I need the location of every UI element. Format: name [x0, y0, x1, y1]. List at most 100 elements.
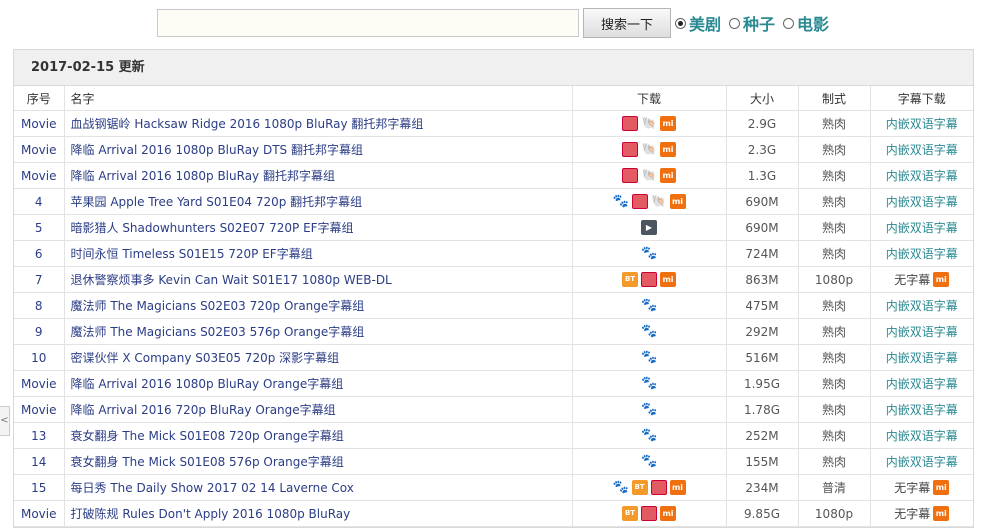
filter-radio-meiju[interactable]: 美剧 — [675, 11, 721, 35]
baidu-download-icon[interactable]: 🐾 — [612, 480, 629, 495]
mi-download-icon[interactable]: mi — [933, 506, 950, 521]
subtitle-link[interactable]: 内嵌双语字幕 — [886, 117, 958, 131]
cell-name-link[interactable]: 魔法师 The Magicians S02E03 576p Orange字幕组 — [63, 318, 572, 345]
ed2k-download-icon[interactable] — [650, 480, 667, 495]
cell-size: 516M — [725, 344, 798, 371]
cell-name-link[interactable]: 苹果园 Apple Tree Yard S01E04 720p 翻托邦字幕组 — [63, 188, 572, 215]
cell-name-link[interactable]: 降临 Arrival 2016 1080p BluRay DTS 翻托邦字幕组 — [63, 136, 572, 163]
ed2k-download-icon[interactable] — [622, 142, 638, 157]
table-body: Movie 血战钢锯岭 Hacksaw Ridge 2016 1080p BluR… — [14, 110, 973, 527]
cell-download: 🐾 — [571, 240, 726, 267]
cell-name-link[interactable]: 衰女翻身 The Mick S01E08 720p Orange字幕组 — [63, 422, 572, 449]
bt-download-icon[interactable]: BT — [631, 480, 648, 495]
filter-radio-movie[interactable]: 电影 — [783, 11, 829, 35]
baidu-download-icon[interactable]: 🐾 — [612, 194, 629, 209]
cell-subtitle: 内嵌双语字幕 — [869, 136, 973, 163]
cell-format: 熟肉 — [797, 370, 870, 397]
mi-download-icon[interactable]: mi — [660, 506, 676, 521]
cell-size: 724M — [725, 240, 798, 267]
mi-download-icon[interactable]: mi — [660, 168, 676, 183]
radio-unchecked-icon[interactable] — [783, 17, 795, 29]
cell-seq: 14 — [14, 448, 64, 475]
subtitle-link[interactable]: 内嵌双语字幕 — [886, 247, 958, 261]
mi-download-icon[interactable]: mi — [660, 142, 676, 157]
mi-download-icon[interactable]: mi — [933, 272, 950, 287]
ed2k-download-icon[interactable] — [622, 168, 638, 183]
radio-unchecked-icon[interactable] — [729, 17, 741, 29]
cell-name-link[interactable]: 血战钢锯岭 Hacksaw Ridge 2016 1080p BluRay 翻托… — [63, 110, 572, 137]
mi-download-icon[interactable]: mi — [660, 116, 676, 131]
search-button[interactable]: 搜索一下 — [583, 8, 671, 38]
cell-download: BT mi — [571, 500, 726, 527]
table-row: 13 衰女翻身 The Mick S01E08 720p Orange字幕组 🐾 25… — [14, 422, 973, 449]
cell-name-link[interactable]: 暗影猎人 Shadowhunters S02E07 720P EF字幕组 — [63, 214, 572, 241]
cell-name-link[interactable]: 时间永恒 Timeless S01E15 720P EF字幕组 — [63, 240, 572, 267]
cell-name-link[interactable]: 魔法师 The Magicians S02E03 720p Orange字幕组 — [63, 292, 572, 319]
cell-subtitle: 内嵌双语字幕 — [869, 162, 973, 189]
filter-radio-seed[interactable]: 种子 — [729, 11, 775, 35]
baidu-download-icon[interactable]: 🐾 — [641, 376, 657, 391]
release-table: 序号 名字 下载 大小 制式 字幕下载 Movie 血战钢锯岭 Hacksaw R… — [14, 86, 973, 527]
table-row: Movie 降临 Arrival 2016 1080p BluRay DTS 翻托… — [14, 136, 973, 163]
cell-name-link[interactable]: 退休警察烦事多 Kevin Can Wait S01E17 1080p WEB-… — [63, 266, 572, 293]
cell-name-link[interactable]: 降临 Arrival 2016 1080p BluRay Orange字幕组 — [63, 370, 572, 397]
cell-name-link[interactable]: 降临 Arrival 2016 1080p BluRay 翻托邦字幕组 — [63, 162, 572, 189]
subtitle-link[interactable]: 内嵌双语字幕 — [886, 377, 958, 391]
bt-download-icon[interactable]: BT — [622, 272, 638, 287]
magnet-download-icon[interactable]: 🐚 — [641, 116, 657, 131]
subtitle-link[interactable]: 内嵌双语字幕 — [886, 455, 958, 469]
header-size: 大小 — [725, 86, 798, 111]
baidu-download-icon[interactable]: 🐾 — [641, 454, 657, 469]
cell-size: 155M — [725, 448, 798, 475]
ed2k-download-icon[interactable] — [631, 194, 648, 209]
subtitle-link[interactable]: 内嵌双语字幕 — [886, 299, 958, 313]
subtitle-link[interactable]: 内嵌双语字幕 — [886, 143, 958, 157]
baidu-download-icon[interactable]: 🐾 — [641, 428, 657, 443]
subtitle-link[interactable]: 内嵌双语字幕 — [886, 429, 958, 443]
mi-download-icon[interactable]: mi — [669, 480, 686, 495]
ed2k-download-icon[interactable] — [641, 506, 657, 521]
subtitle-text: 无字幕 — [894, 481, 931, 495]
cell-name-link[interactable]: 每日秀 The Daily Show 2017 02 14 Laverne Co… — [63, 474, 572, 501]
table-row: 9 魔法师 The Magicians S02E03 576p Orange字幕组… — [14, 318, 973, 345]
baidu-download-icon[interactable]: 🐾 — [641, 324, 657, 339]
bt-download-icon[interactable]: BT — [622, 506, 638, 521]
mi-download-icon[interactable]: mi — [660, 272, 676, 287]
baidu-download-icon[interactable]: 🐾 — [641, 350, 657, 365]
table-row: 5 暗影猎人 Shadowhunters S02E07 720P EF字幕组 ▶ 69… — [14, 214, 973, 241]
ed2k-download-icon[interactable] — [622, 116, 638, 131]
subtitle-link[interactable]: 内嵌双语字幕 — [886, 195, 958, 209]
subtitle-link[interactable]: 内嵌双语字幕 — [886, 351, 958, 365]
cell-seq: Movie — [14, 500, 64, 527]
table-row: Movie 打破陈规 Rules Don't Apply 2016 1080p B… — [14, 500, 973, 527]
magnet-download-icon[interactable]: 🐚 — [641, 168, 657, 183]
baidu-download-icon[interactable]: 🐾 — [641, 246, 657, 261]
subtitle-link[interactable]: 内嵌双语字幕 — [886, 221, 958, 235]
baidu-download-icon[interactable]: 🐾 — [641, 402, 657, 417]
cell-seq: 7 — [14, 266, 64, 293]
play-download-icon[interactable]: ▶ — [641, 220, 657, 235]
search-input[interactable] — [157, 9, 579, 37]
search-bar: 搜索一下 美剧 种子 电影 — [157, 8, 829, 38]
table-header-row: 序号 名字 下载 大小 制式 字幕下载 — [14, 86, 973, 111]
ed2k-download-icon[interactable] — [641, 272, 657, 287]
cell-name-link[interactable]: 打破陈规 Rules Don't Apply 2016 1080p BluRay — [63, 500, 572, 527]
table-row: 8 魔法师 The Magicians S02E03 720p Orange字幕组… — [14, 292, 973, 319]
subtitle-link[interactable]: 内嵌双语字幕 — [886, 403, 958, 417]
mi-download-icon[interactable]: mi — [669, 194, 686, 209]
cell-size: 252M — [725, 422, 798, 449]
baidu-download-icon[interactable]: 🐾 — [641, 298, 657, 313]
scroll-left-arrow-icon[interactable]: < — [0, 406, 10, 436]
cell-subtitle: 无字幕 mi — [869, 500, 973, 527]
subtitle-link[interactable]: 内嵌双语字幕 — [886, 169, 958, 183]
mi-download-icon[interactable]: mi — [933, 480, 950, 495]
cell-name-link[interactable]: 衰女翻身 The Mick S01E08 576p Orange字幕组 — [63, 448, 572, 475]
cell-name-link[interactable]: 降临 Arrival 2016 720p BluRay Orange字幕组 — [63, 396, 572, 423]
magnet-download-icon[interactable]: 🐚 — [650, 194, 667, 209]
cell-subtitle: 内嵌双语字幕 — [869, 370, 973, 397]
subtitle-link[interactable]: 内嵌双语字幕 — [886, 325, 958, 339]
radio-checked-icon[interactable] — [675, 17, 686, 29]
magnet-download-icon[interactable]: 🐚 — [641, 142, 657, 157]
table-row: Movie 血战钢锯岭 Hacksaw Ridge 2016 1080p BluR… — [14, 110, 973, 137]
cell-name-link[interactable]: 密谍伙伴 X Company S03E05 720p 深影字幕组 — [63, 344, 572, 371]
